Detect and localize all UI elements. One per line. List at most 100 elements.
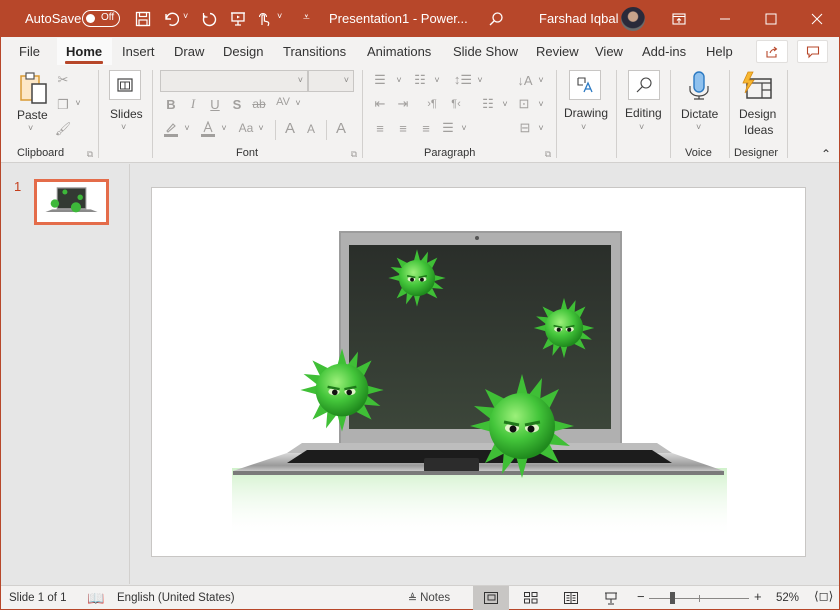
slides-dropdown-icon[interactable]: ˅ bbox=[121, 122, 126, 132]
convert-to-smartart-button[interactable]: ⊟ bbox=[514, 120, 536, 136]
design-ideas-button[interactable] bbox=[740, 71, 774, 106]
clipboard-dialog-launcher-icon[interactable]: ⧉ bbox=[85, 149, 95, 159]
slide-thumbnail-1[interactable] bbox=[34, 179, 109, 225]
share-button[interactable] bbox=[756, 40, 788, 63]
font-color-button[interactable] bbox=[199, 120, 217, 138]
decrease-indent-button[interactable]: ⇤ bbox=[371, 96, 389, 112]
close-icon[interactable] bbox=[807, 9, 827, 29]
present-from-start-icon[interactable] bbox=[228, 9, 248, 29]
font-dialog-launcher-icon[interactable]: ⧉ bbox=[349, 149, 359, 159]
paste-button[interactable] bbox=[19, 71, 49, 110]
tab-review[interactable]: Review bbox=[536, 44, 579, 59]
align-text-dropdown-icon[interactable]: ˅ bbox=[536, 99, 546, 109]
highlight-color-button[interactable] bbox=[162, 120, 180, 138]
columns-button[interactable]: ☷ bbox=[479, 96, 497, 112]
drawing-dropdown-icon[interactable]: ˅ bbox=[581, 122, 586, 132]
zoom-level[interactable]: 52% bbox=[776, 592, 799, 604]
character-spacing-button[interactable]: AV bbox=[273, 94, 293, 110]
laptop-virus-image[interactable] bbox=[152, 188, 806, 557]
change-case-dropdown-icon[interactable]: ˅ bbox=[256, 123, 266, 133]
slide-canvas[interactable] bbox=[151, 187, 806, 557]
zoom-in-button[interactable]: + bbox=[754, 589, 762, 604]
accessibility-icon[interactable]: 📖 bbox=[87, 590, 104, 607]
search-icon[interactable] bbox=[486, 9, 506, 29]
numbering-dropdown-icon[interactable]: ˅ bbox=[432, 75, 442, 85]
normal-view-button[interactable] bbox=[473, 586, 509, 610]
dictate-label[interactable]: Dictate bbox=[681, 107, 718, 121]
tab-help[interactable]: Help bbox=[706, 44, 733, 59]
ribbon-display-options-icon[interactable] bbox=[669, 9, 689, 29]
format-painter-icon[interactable]: 🖌 bbox=[55, 120, 72, 138]
line-spacing-button[interactable]: ↕☰ bbox=[453, 72, 473, 88]
editing-button[interactable] bbox=[628, 70, 660, 100]
dictate-dropdown-icon[interactable]: ˅ bbox=[696, 122, 701, 132]
font-size-combobox[interactable]: ˅ bbox=[308, 70, 354, 92]
text-direction-button[interactable]: ↓A bbox=[515, 71, 535, 89]
tab-slide-show[interactable]: Slide Show bbox=[453, 44, 518, 59]
paste-label[interactable]: Paste bbox=[17, 108, 48, 122]
undo-dropdown-icon[interactable]: ˅ bbox=[183, 11, 188, 21]
columns-dropdown-icon[interactable]: ˅ bbox=[500, 99, 510, 109]
font-name-combobox[interactable]: ˅ bbox=[160, 70, 308, 92]
text-shadow-button[interactable]: S bbox=[230, 96, 244, 112]
bullets-button[interactable]: ☰ bbox=[371, 72, 389, 88]
align-text-button[interactable]: ⊡ bbox=[514, 96, 534, 112]
justify-button[interactable]: ☰ bbox=[439, 120, 457, 136]
tab-design[interactable]: Design bbox=[223, 44, 263, 59]
center-button[interactable]: ≡ bbox=[394, 120, 412, 136]
redo-icon[interactable] bbox=[199, 9, 219, 29]
autosave-toggle[interactable]: Off bbox=[82, 10, 120, 27]
copy-dropdown-icon[interactable]: ˅ bbox=[73, 98, 83, 108]
increase-indent-button[interactable]: ⇥ bbox=[394, 96, 412, 112]
slide-sorter-button[interactable] bbox=[513, 586, 549, 610]
editing-label[interactable]: Editing bbox=[625, 106, 662, 120]
convert-to-smartart-dropdown-icon[interactable]: ˅ bbox=[536, 123, 546, 133]
user-avatar[interactable] bbox=[621, 7, 645, 31]
italic-button[interactable]: I bbox=[186, 96, 200, 112]
slides-label[interactable]: Slides bbox=[110, 107, 143, 121]
tab-file[interactable]: File bbox=[19, 44, 40, 59]
bullets-dropdown-icon[interactable]: ˅ bbox=[394, 75, 404, 85]
design-ideas-label-line2[interactable]: Ideas bbox=[744, 123, 773, 137]
justify-dropdown-icon[interactable]: ˅ bbox=[459, 123, 469, 133]
dictate-button[interactable] bbox=[688, 70, 710, 107]
increase-font-size-button[interactable]: A bbox=[281, 119, 299, 137]
zoom-out-button[interactable]: − bbox=[637, 589, 645, 604]
tab-transitions[interactable]: Transitions bbox=[283, 44, 346, 59]
font-color-dropdown-icon[interactable]: ˅ bbox=[219, 123, 229, 133]
tab-draw[interactable]: Draw bbox=[174, 44, 204, 59]
editing-dropdown-icon[interactable]: ˅ bbox=[639, 122, 644, 132]
text-direction-dropdown-icon[interactable]: ˅ bbox=[536, 75, 546, 85]
rtl-button[interactable]: ¶‹ bbox=[447, 96, 465, 112]
ltr-button[interactable]: ›¶ bbox=[423, 96, 441, 112]
underline-button[interactable]: U bbox=[208, 96, 222, 112]
bold-button[interactable]: B bbox=[164, 96, 178, 112]
slide-counter[interactable]: Slide 1 of 1 bbox=[9, 592, 67, 604]
language-indicator[interactable]: English (United States) bbox=[117, 592, 235, 604]
align-left-button[interactable]: ≡ bbox=[371, 120, 389, 136]
tab-insert[interactable]: Insert bbox=[122, 44, 155, 59]
slide-show-button[interactable] bbox=[593, 586, 629, 610]
reading-view-button[interactable] bbox=[553, 586, 589, 610]
clear-formatting-button[interactable]: A bbox=[331, 119, 351, 137]
line-spacing-dropdown-icon[interactable]: ˅ bbox=[475, 75, 485, 85]
character-spacing-dropdown-icon[interactable]: ˅ bbox=[293, 98, 303, 108]
touch-mode-icon[interactable] bbox=[254, 9, 274, 29]
design-ideas-label-line1[interactable]: Design bbox=[739, 107, 776, 121]
decrease-font-size-button[interactable]: A bbox=[303, 121, 319, 137]
save-icon[interactable] bbox=[133, 9, 153, 29]
tab-animations[interactable]: Animations bbox=[367, 44, 431, 59]
zoom-slider-thumb[interactable] bbox=[670, 592, 676, 604]
tab-add-ins[interactable]: Add-ins bbox=[642, 44, 686, 59]
tab-home[interactable]: Home bbox=[64, 44, 104, 64]
highlight-color-dropdown-icon[interactable]: ˅ bbox=[182, 123, 192, 133]
tab-view[interactable]: View bbox=[595, 44, 623, 59]
drawing-label[interactable]: Drawing bbox=[564, 106, 608, 120]
collapse-ribbon-icon[interactable]: ⌃ bbox=[819, 147, 833, 161]
user-name[interactable]: Farshad Iqbal bbox=[539, 11, 619, 26]
change-case-button[interactable]: Aa bbox=[236, 120, 256, 136]
font-name-dropdown-icon[interactable]: ˅ bbox=[298, 75, 303, 85]
maximize-icon[interactable] bbox=[761, 9, 781, 29]
strikethrough-button[interactable]: ab bbox=[250, 96, 268, 112]
copy-icon[interactable]: ❐ bbox=[55, 96, 71, 114]
